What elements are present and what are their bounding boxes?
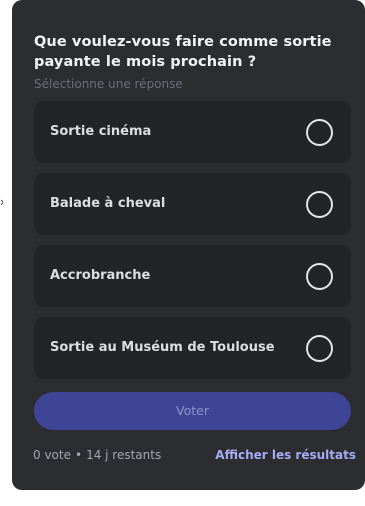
answer-option-museum[interactable]: Sortie au Muséum de Toulouse (34, 317, 351, 379)
poll-question: Que voulez-vous faire comme sortie payan… (34, 34, 332, 70)
radio-unchecked-icon[interactable] (306, 190, 333, 218)
show-results-link[interactable]: Afficher les résultats (215, 446, 356, 464)
vote-button[interactable]: Voter (34, 392, 351, 430)
vote-count: 0 vote (33, 448, 71, 462)
answer-list: Sortie cinéma Balade à cheval Accrobranc… (34, 101, 351, 379)
separator-dot: • (74, 448, 83, 462)
answer-label: Accrobranche (50, 268, 151, 283)
answer-label: Balade à cheval (50, 196, 166, 211)
poll-hint: Sélectionne une réponse (34, 77, 183, 91)
page: › Que voulez-vous faire comme sortie pay… (0, 0, 365, 506)
answer-option-accrobranche[interactable]: Accrobranche (34, 245, 351, 307)
remaining-time: 14 j restants (86, 448, 162, 462)
answer-option-cinema[interactable]: Sortie cinéma (34, 101, 351, 163)
answer-label: Sortie au Muséum de Toulouse (50, 340, 275, 355)
radio-unchecked-icon[interactable] (306, 118, 333, 146)
radio-unchecked-icon[interactable] (306, 262, 333, 290)
answer-option-cheval[interactable]: Balade à cheval (34, 173, 351, 235)
answer-label: Sortie cinéma (50, 124, 152, 139)
poll-footer: 0 vote • 14 j restants Afficher les résult… (33, 446, 356, 464)
edge-fragment: › (0, 194, 3, 210)
poll-meta: 0 vote • 14 j restants (33, 446, 161, 464)
poll-card: Que voulez-vous faire comme sortie payan… (12, 0, 365, 490)
radio-unchecked-icon[interactable] (306, 334, 333, 362)
